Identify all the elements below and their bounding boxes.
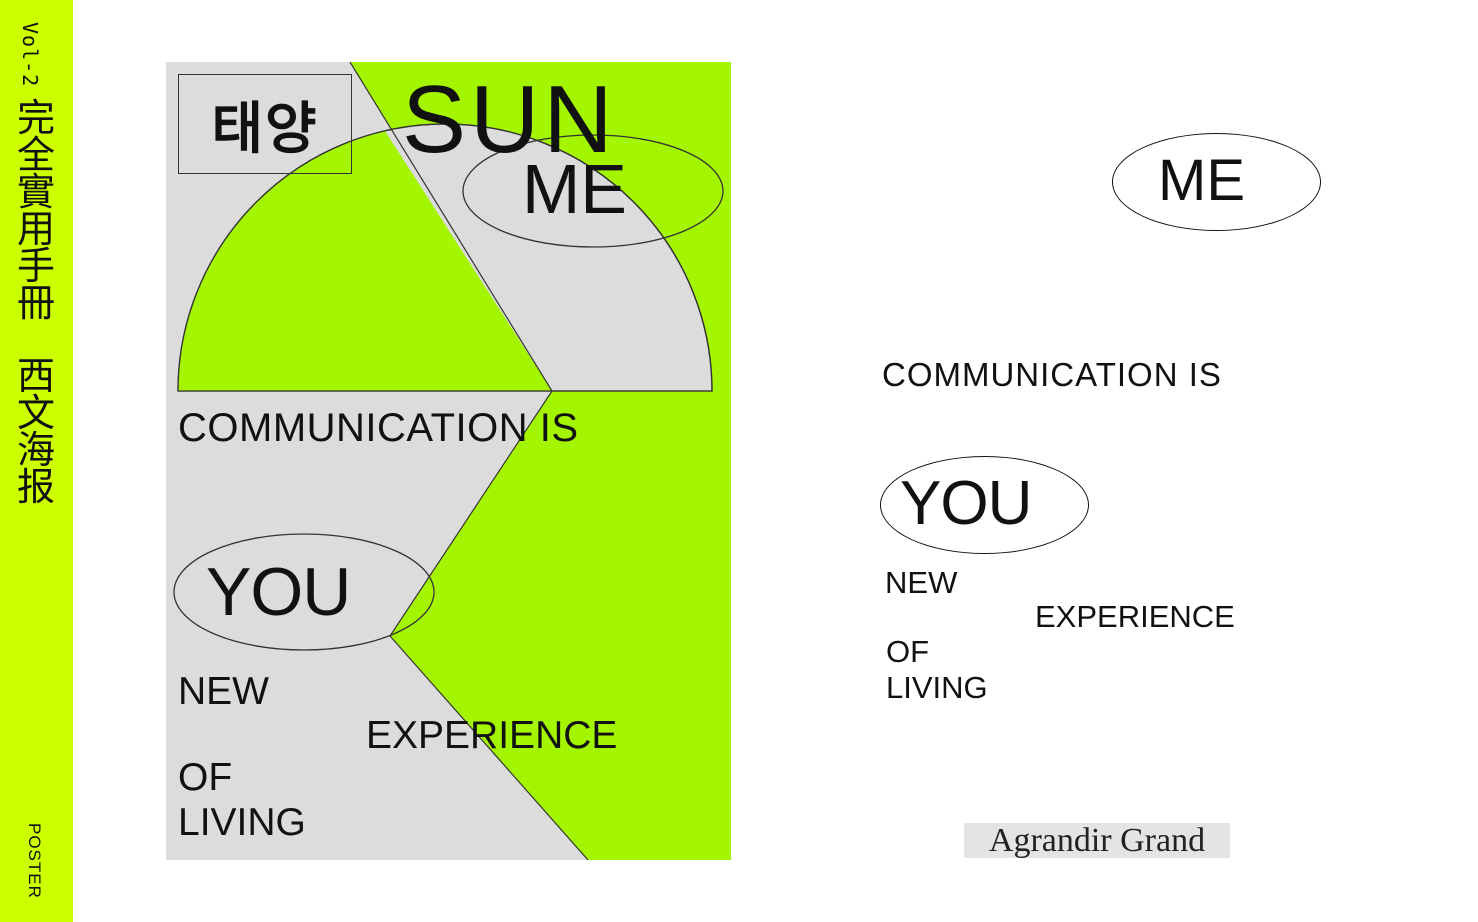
chinese-title: 完 全 實 用 手 冊 西 文 海 报 (6, 96, 66, 509)
volume-label: Vol-2 (18, 22, 42, 88)
poster-of: OF (178, 756, 233, 799)
specimen-communication: COMMUNICATION IS (882, 356, 1222, 393)
subtitle-char: 文 (16, 391, 55, 435)
poster-living: LIVING (178, 801, 306, 844)
title-char: 實 (16, 170, 55, 214)
poster-new: NEW (178, 670, 269, 713)
title-char: 用 (16, 207, 55, 251)
poster-artwork: 태양 SUN ME COMMUNICATION IS YOU NEW EXPER… (166, 62, 731, 860)
sidebar-spine: Vol-2 完 全 實 用 手 冊 西 文 海 报 POSTER (0, 0, 73, 922)
specimen-of: OF (886, 634, 930, 669)
poster-experience: EXPERIENCE (366, 714, 618, 757)
poster-you: YOU (206, 554, 351, 630)
specimen-new: NEW (885, 565, 958, 600)
specimen-experience: EXPERIENCE (1035, 599, 1235, 634)
poster-me: ME (522, 150, 627, 228)
title-char: 手 (16, 244, 55, 288)
korean-title-box: 태양 (178, 74, 352, 174)
font-name-label: Agrandir Grand (964, 823, 1230, 858)
title-char: 全 (16, 133, 55, 177)
poster-communication: COMMUNICATION IS (178, 406, 579, 450)
specimen-you: YOU (900, 469, 1032, 538)
poster-label: POSTER (25, 823, 44, 899)
title-char: 冊 (16, 281, 55, 325)
title-char: 完 (16, 96, 55, 140)
specimen-living: LIVING (886, 670, 988, 705)
korean-title: 태양 (211, 96, 319, 162)
subtitle-char: 西 (16, 354, 55, 398)
title-gap (6, 322, 66, 358)
specimen-me: ME (1158, 148, 1245, 213)
subtitle-char: 报 (16, 465, 55, 509)
subtitle-char: 海 (16, 428, 55, 472)
